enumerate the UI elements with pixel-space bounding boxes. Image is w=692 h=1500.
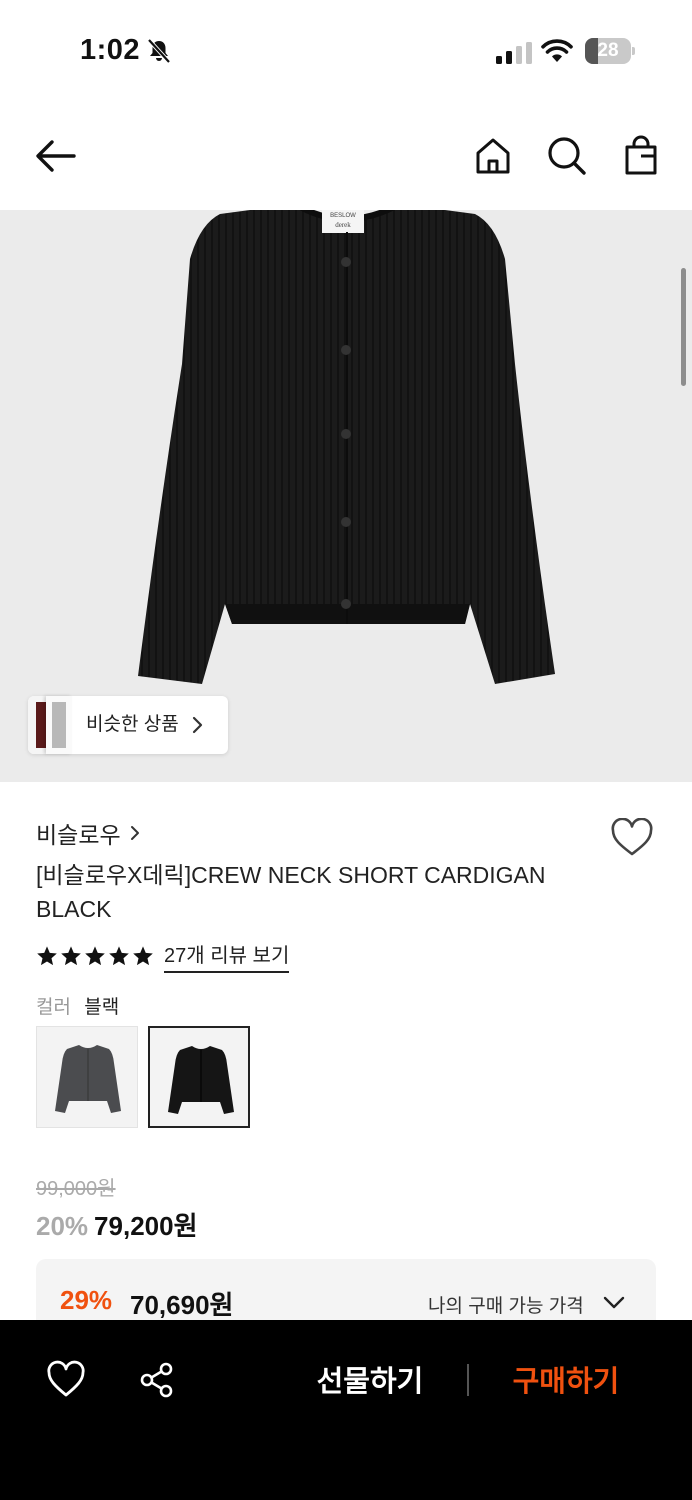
home-icon[interactable] [471,134,515,178]
color-row: 컬러 블랙 [36,992,119,1019]
cellular-signal-icon [496,42,532,64]
my-price-label[interactable]: 나의 구매 가능 가격 [428,1291,584,1318]
brand-name: 비슬로우 [36,822,121,848]
star-icon [109,946,129,966]
bottom-action-bar: 선물하기 구매하기 [0,1320,692,1500]
similar-products-button[interactable]: 비슷한 상품 [28,696,228,754]
chevron-right-icon [192,716,203,734]
sale-price: 79,200원 [94,1211,198,1241]
product-title: [비슬로우X데릭]CREW NECK SHORT CARDIGAN BLACK [36,862,546,922]
rating-stars [36,945,154,967]
wifi-icon [541,39,573,62]
shopping-bag-icon[interactable] [619,134,663,178]
discount-rate: 20% [36,1211,89,1241]
buy-button[interactable]: 구매하기 [496,1358,636,1406]
color-label: 컬러 [36,997,71,1018]
color-swatch-charcoal[interactable] [36,1026,138,1128]
original-price: 99,000원 [36,1178,116,1200]
battery-indicator: 28 [585,38,635,64]
gift-button[interactable]: 선물하기 [300,1358,440,1406]
cardigan-image: BESLOW derek [138,210,555,684]
back-arrow-icon[interactable] [34,134,78,178]
chevron-down-icon[interactable] [602,1295,626,1311]
review-link[interactable]: 27개 리뷰 보기 [164,939,290,973]
cardigan-thumb [55,1045,121,1113]
divider [467,1364,469,1396]
similar-thumb [46,696,72,754]
star-icon [133,946,153,966]
heart-icon[interactable] [610,818,654,858]
my-discount-rate: 29% [60,1285,113,1315]
star-icon [37,946,57,966]
chevron-right-icon [130,826,139,840]
color-swatch-black[interactable] [148,1026,250,1128]
cardigan-thumb [168,1046,234,1114]
search-icon[interactable] [545,134,589,178]
similar-products-label: 비슷한 상품 [86,714,179,735]
top-navigation [0,104,692,210]
battery-level: 28 [597,40,619,61]
svg-text:BESLOW: BESLOW [330,213,356,219]
svg-text:derek: derek [335,221,351,229]
rating-row: 27개 리뷰 보기 [36,939,290,973]
star-icon [85,946,105,966]
product-image[interactable]: BESLOW derek 비슷한 상품 [0,210,692,782]
status-time: 1:02 [80,34,141,66]
my-price: 70,690원 [130,1290,234,1320]
color-value: 블랙 [84,997,120,1018]
image-scrollbar[interactable] [681,268,686,386]
heart-icon[interactable] [46,1360,86,1400]
sale-price-row: 20% 79,200원 [36,1206,198,1243]
bell-off-icon [147,38,171,64]
status-bar: 1:02 28 [0,0,692,104]
share-icon[interactable] [137,1360,177,1400]
star-icon [61,946,81,966]
brand-link[interactable]: 비슬로우 [36,816,141,850]
